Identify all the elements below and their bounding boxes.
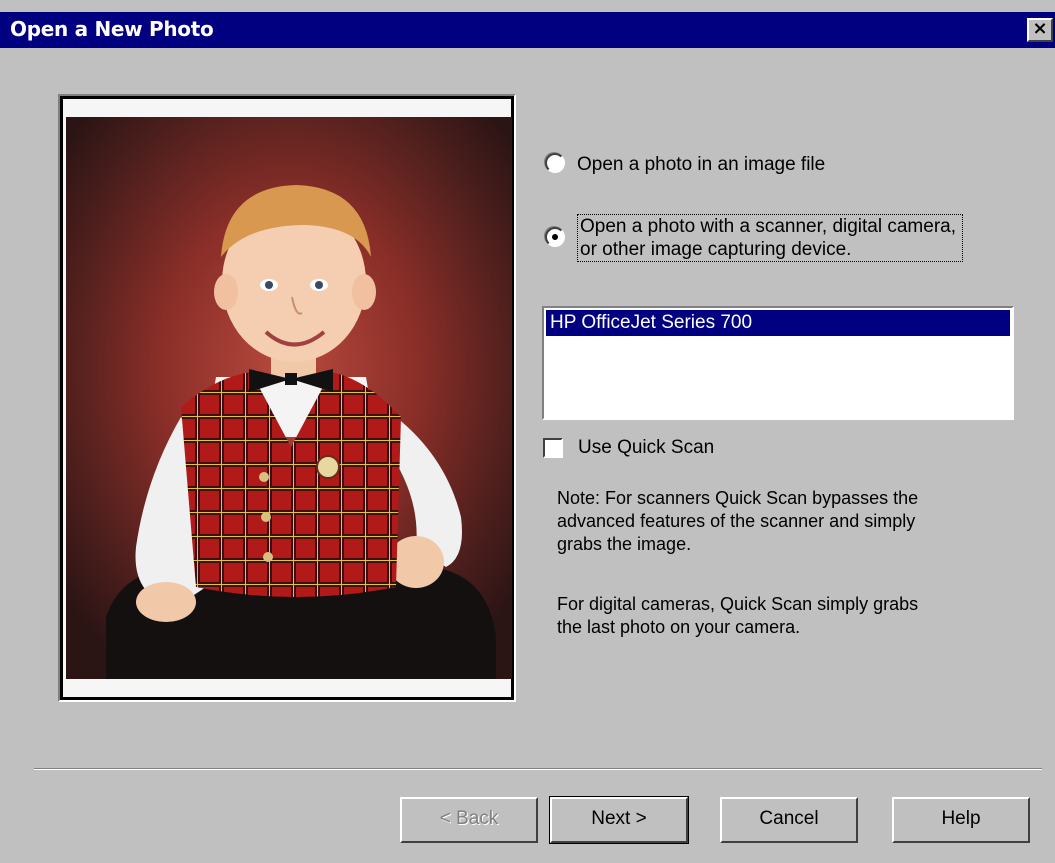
note-line: the last photo on your camera. [557,617,801,637]
next-button[interactable]: Next > [549,796,689,844]
photo-inner [63,99,512,697]
photo-preview [58,94,516,702]
window-title: Open a New Photo [10,17,214,41]
quick-scan-note-cameras: For digital cameras, Quick Scan simply g… [557,593,1017,639]
option-open-file[interactable]: Open a photo in an image file [545,153,825,176]
back-button[interactable]: < Back [400,797,538,843]
quick-scan-checkbox[interactable] [543,438,563,458]
note-line: For digital cameras, Quick Scan simply g… [557,594,919,614]
quick-scan-note-scanners: Note: For scanners Quick Scan bypasses t… [557,487,1017,556]
device-list-item[interactable]: HP OfficeJet Series 700 [546,310,1010,336]
quick-scan-option[interactable]: Use Quick Scan [543,437,714,459]
close-icon: × [1032,18,1048,39]
title-bar: Open a New Photo × [0,12,1055,48]
open-device-label-line2: or other image capturing device. [580,239,852,260]
device-listbox[interactable]: HP OfficeJet Series 700 [542,306,1014,420]
note-line: grabs the image. [557,534,692,554]
cancel-button[interactable]: Cancel [720,797,858,843]
note-line: advanced features of the scanner and sim… [557,511,916,531]
open-device-label-line1: Open a photo with a scanner, digital cam… [580,216,957,237]
open-file-label: Open a photo in an image file [577,154,826,175]
close-button[interactable]: × [1027,18,1053,42]
radio-selected-dot [552,234,558,240]
open-file-radio[interactable] [545,153,565,173]
open-device-radio[interactable] [545,227,565,247]
help-button[interactable]: Help [892,797,1030,843]
button-divider [34,768,1042,770]
quick-scan-label: Use Quick Scan [578,437,715,458]
open-device-label: Open a photo with a scanner, digital cam… [577,214,964,262]
option-open-device[interactable]: Open a photo with a scanner, digital cam… [545,214,964,262]
note-line: Note: For scanners Quick Scan bypasses t… [557,488,919,508]
child-portrait-image [66,117,512,679]
